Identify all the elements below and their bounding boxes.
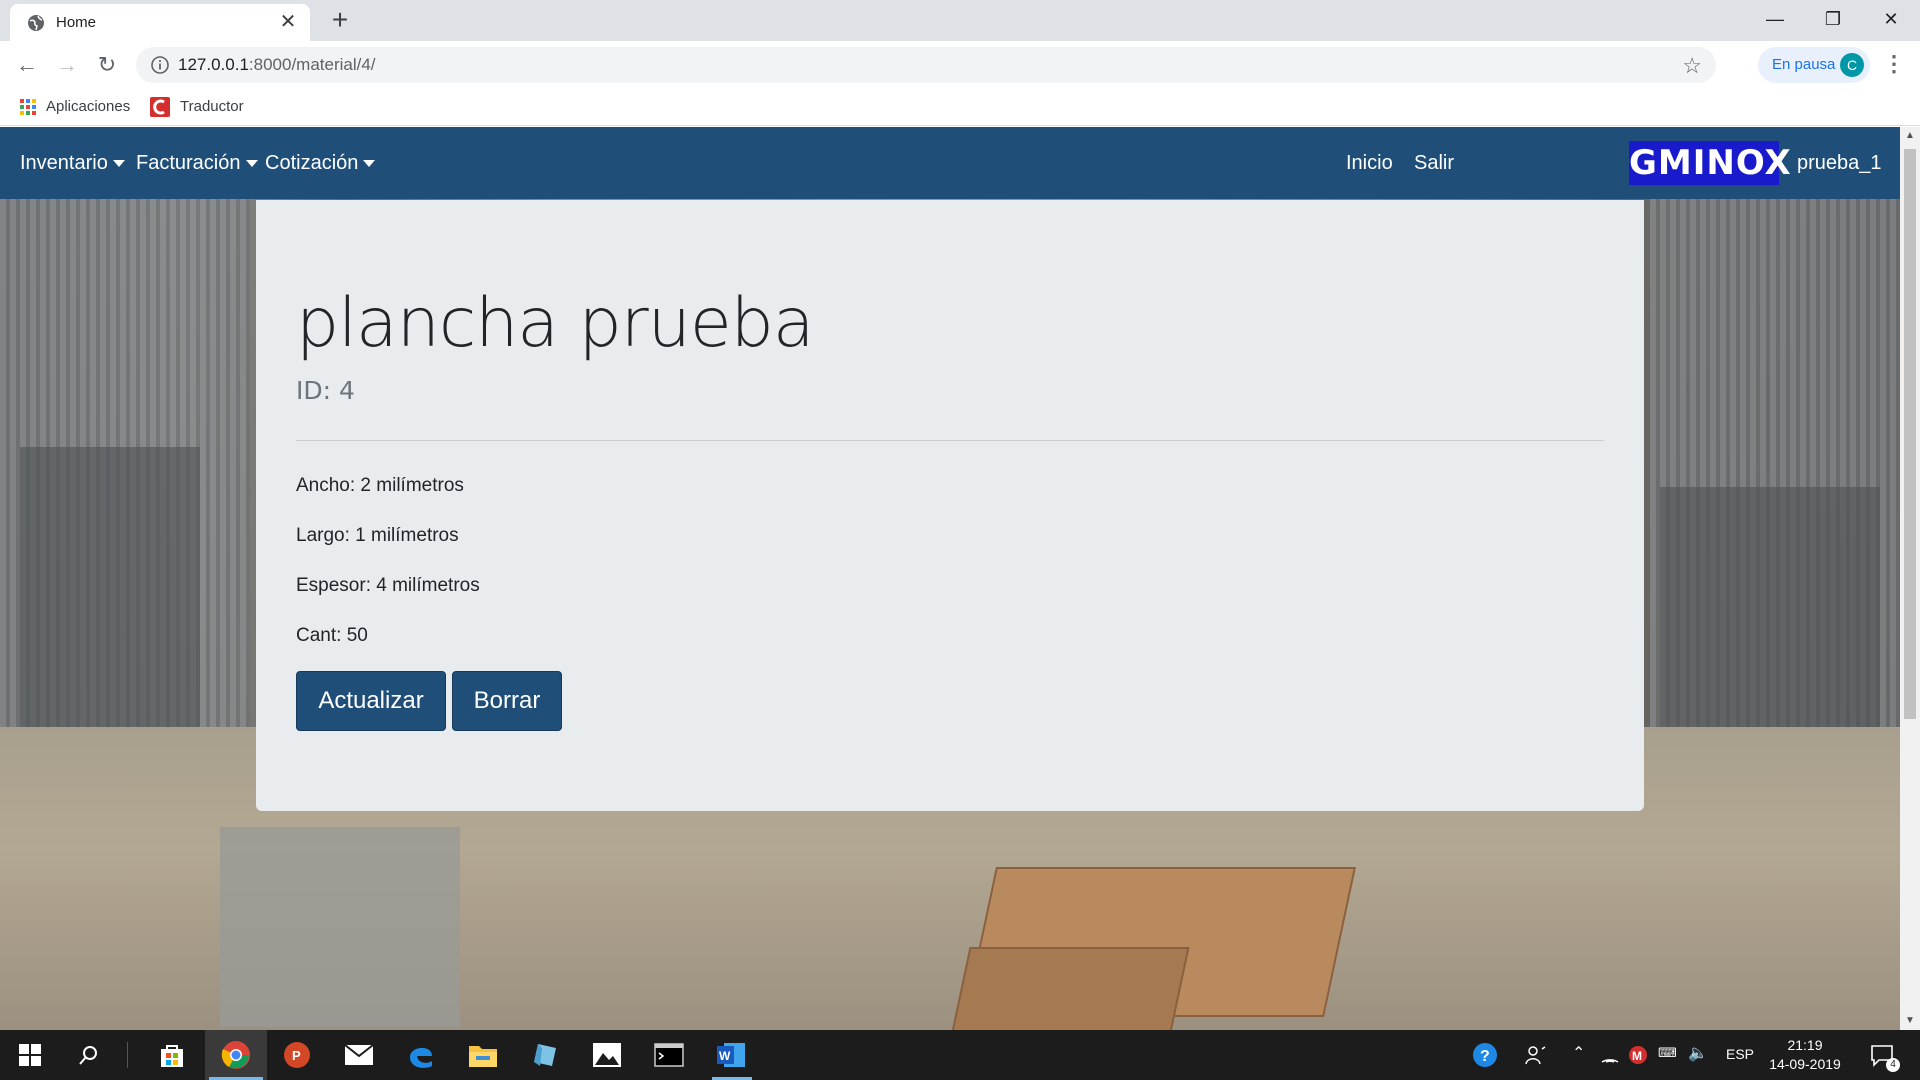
word-icon[interactable]: W: [714, 1038, 748, 1072]
material-ancho: Ancho: 2 milímetros: [296, 475, 464, 496]
nav-inicio-link[interactable]: Inicio: [1346, 148, 1393, 178]
notification-count: 4: [1886, 1058, 1900, 1072]
material-name: plancha prueba: [296, 284, 814, 363]
site-navbar: Inventario Facturación Cotización Inicio…: [0, 127, 1900, 199]
help-icon[interactable]: ?: [1468, 1038, 1502, 1072]
file-explorer-icon[interactable]: [466, 1038, 500, 1072]
caret-down-icon: [112, 160, 125, 168]
tab-close-icon[interactable]: ✕: [276, 10, 300, 34]
bookmark-apps[interactable]: Aplicaciones: [20, 96, 130, 118]
search-icon[interactable]: [72, 1038, 106, 1072]
apps-grid-icon: [20, 99, 36, 116]
url-host: 127.0.0.1: [178, 55, 249, 74]
bookmark-star-icon[interactable]: ☆: [1682, 53, 1702, 79]
store-icon[interactable]: [155, 1038, 189, 1072]
tab-title: Home: [56, 14, 97, 31]
notifications-icon[interactable]: 4: [1866, 1038, 1900, 1072]
reload-icon[interactable]: ↻: [93, 51, 121, 79]
nav-facturacion-dropdown[interactable]: Facturación: [136, 148, 258, 178]
terminal-icon[interactable]: [652, 1038, 686, 1072]
caret-down-icon: [245, 160, 258, 168]
background-machine-left: [20, 447, 200, 727]
people-icon[interactable]: [1519, 1038, 1553, 1072]
svg-text:M: M: [1632, 1049, 1642, 1063]
nav-cotizacion-dropdown[interactable]: Cotización: [265, 148, 376, 178]
scroll-up-icon[interactable]: ▲: [1904, 129, 1916, 143]
profile-button[interactable]: En pausa C: [1758, 47, 1870, 83]
close-window-button[interactable]: ✕: [1862, 0, 1920, 38]
caret-down-icon: [363, 160, 376, 168]
profile-status: En pausa: [1772, 56, 1836, 73]
page-viewport: Inventario Facturación Cotización Inicio…: [0, 127, 1900, 1030]
bookmark-apps-label: Aplicaciones: [46, 98, 131, 115]
clock[interactable]: 21:19 14-09-2019: [1760, 1036, 1850, 1074]
material-espesor: Espesor: 4 milímetros: [296, 575, 480, 596]
chevron-up-icon[interactable]: ⌃: [1572, 1043, 1585, 1063]
svg-text:?: ?: [1480, 1048, 1490, 1065]
nav-username[interactable]: prueba_1: [1797, 148, 1882, 178]
browser-toolbar: ← → ↻ 127.0.0.1:8000/material/4/ ☆ En pa…: [0, 41, 1920, 88]
nav-cotizacion-label: Cotización: [265, 152, 359, 174]
powerpoint-icon[interactable]: P: [280, 1038, 314, 1072]
gminox-logo[interactable]: GMINOX: [1629, 141, 1791, 185]
nav-inventario-dropdown[interactable]: Inventario: [20, 148, 125, 178]
taskbar-separator: [127, 1042, 128, 1068]
scroll-down-icon[interactable]: ▼: [1904, 1014, 1916, 1028]
browser-tab[interactable]: Home ✕: [10, 4, 310, 41]
nav-salir-link[interactable]: Salir: [1414, 148, 1454, 178]
chrome-icon[interactable]: [219, 1038, 253, 1072]
wifi-icon[interactable]: [1598, 1038, 1622, 1072]
mail-icon[interactable]: [342, 1038, 376, 1072]
page-scrollbar[interactable]: ▲ ▼: [1900, 127, 1920, 1030]
bookmark-translator[interactable]: Traductor: [150, 96, 244, 118]
translator-icon: [150, 97, 170, 118]
url-text: 127.0.0.1:8000/material/4/: [178, 55, 376, 75]
address-bar[interactable]: 127.0.0.1:8000/material/4/ ☆: [136, 47, 1716, 83]
material-largo: Largo: 1 milímetros: [296, 525, 459, 546]
update-button[interactable]: Actualizar: [296, 671, 446, 731]
background-steel-plate: [950, 947, 1190, 1030]
volume-icon[interactable]: 🔈: [1688, 1043, 1708, 1063]
globe-icon: [28, 15, 44, 31]
windows-taskbar: P W ? ⌃ M ⌨ 🔈 ESP 21:19 14-09-2019 4: [0, 1030, 1920, 1080]
nav-inventario-label: Inventario: [20, 152, 108, 174]
cube-app-icon[interactable]: [528, 1038, 562, 1072]
svg-text:W: W: [719, 1049, 731, 1063]
minimize-button[interactable]: —: [1746, 0, 1804, 38]
svg-text:P: P: [292, 1048, 301, 1063]
divider: [296, 440, 1604, 441]
bookmark-translator-label: Traductor: [180, 98, 244, 115]
keyboard-icon[interactable]: ⌨: [1658, 1045, 1677, 1061]
antivirus-icon[interactable]: M: [1626, 1038, 1650, 1072]
material-id: ID: 4: [296, 376, 355, 405]
clock-time: 21:19: [1787, 1037, 1823, 1053]
background-machine-right: [1660, 487, 1880, 727]
profile-avatar: C: [1840, 53, 1864, 77]
material-cantidad: Cant: 50: [296, 625, 368, 646]
edge-icon[interactable]: [404, 1038, 438, 1072]
new-tab-button[interactable]: +: [325, 6, 355, 36]
clock-date: 14-09-2019: [1769, 1056, 1841, 1072]
scroll-thumb[interactable]: [1904, 149, 1916, 719]
language-indicator[interactable]: ESP: [1726, 1046, 1754, 1062]
url-path: :8000/material/4/: [248, 55, 376, 74]
nav-facturacion-label: Facturación: [136, 152, 241, 174]
restore-button[interactable]: ❐: [1804, 0, 1862, 38]
background-workbench: [220, 827, 460, 1027]
back-arrow-icon[interactable]: ←: [13, 51, 41, 79]
forward-arrow-icon[interactable]: →: [53, 51, 81, 79]
windows-start-icon[interactable]: [13, 1038, 47, 1072]
browser-tabstrip: Home ✕ + — ❐ ✕: [0, 0, 1920, 41]
delete-button[interactable]: Borrar: [452, 671, 562, 731]
material-detail-card: plancha prueba ID: 4 Ancho: 2 milímetros…: [256, 200, 1644, 811]
info-icon[interactable]: [150, 55, 170, 75]
browser-menu-icon[interactable]: ⋮: [1882, 51, 1906, 79]
bookmarks-bar: Aplicaciones Traductor: [0, 88, 1920, 126]
photos-icon[interactable]: [590, 1038, 624, 1072]
